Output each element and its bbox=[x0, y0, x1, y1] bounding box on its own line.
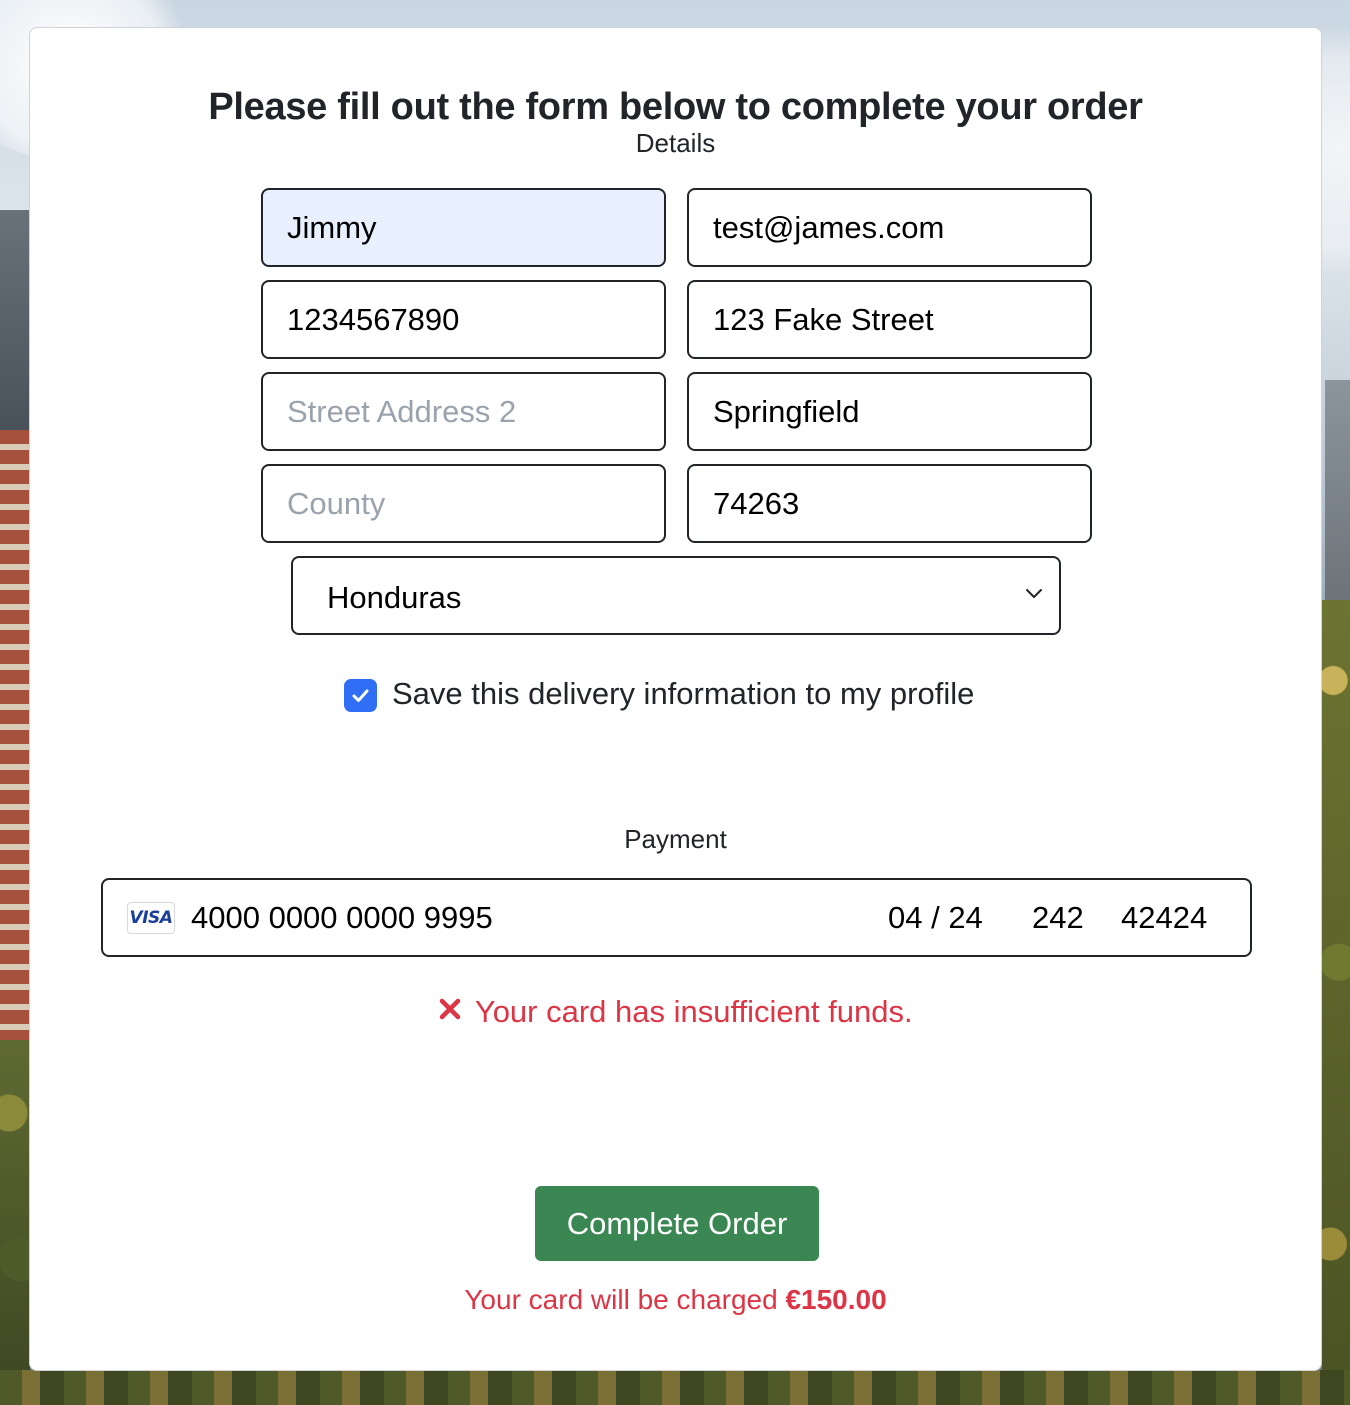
complete-order-button[interactable]: Complete Order bbox=[535, 1186, 819, 1261]
charge-notice: Your card will be charged €150.00 bbox=[30, 1284, 1321, 1316]
street-address-2-input[interactable] bbox=[261, 372, 666, 451]
card-error: Your card has insufficient funds. bbox=[30, 994, 1321, 1030]
card-expiry-field[interactable]: 04 / 24 bbox=[888, 900, 983, 936]
card-input[interactable]: VISA 4000 0000 0000 9995 04 / 24 242 424… bbox=[101, 878, 1252, 957]
country-select[interactable]: Honduras bbox=[291, 556, 1061, 635]
charge-notice-text: Your card will be charged bbox=[464, 1284, 786, 1315]
details-label: Details bbox=[635, 128, 716, 158]
county-input[interactable] bbox=[261, 464, 666, 543]
trees bbox=[0, 1040, 30, 1405]
phone-input[interactable] bbox=[261, 280, 666, 359]
checkout-form: Please fill out the form below to comple… bbox=[29, 27, 1322, 1371]
card-error-message: Your card has insufficient funds. bbox=[474, 994, 913, 1029]
error-x-icon bbox=[440, 998, 461, 1020]
card-zip-field[interactable]: 42424 bbox=[1121, 900, 1207, 936]
building bbox=[0, 210, 30, 1050]
page-title: Please fill out the form below to comple… bbox=[208, 86, 1143, 128]
save-info-label[interactable]: Save this delivery information to my pro… bbox=[392, 676, 974, 712]
country-select-value: Honduras bbox=[327, 580, 462, 615]
postcode-input[interactable] bbox=[687, 464, 1092, 543]
street-address-1-input[interactable] bbox=[687, 280, 1092, 359]
trees bbox=[1322, 600, 1350, 1405]
trees bbox=[0, 1370, 1350, 1405]
town-input[interactable] bbox=[687, 372, 1092, 451]
payment-label: Payment bbox=[624, 824, 727, 854]
statue bbox=[1325, 380, 1350, 600]
email-input[interactable] bbox=[687, 188, 1092, 267]
save-info-checkbox[interactable] bbox=[344, 679, 377, 712]
card-cvc-field[interactable]: 242 bbox=[1032, 900, 1084, 936]
charge-amount: €150.00 bbox=[785, 1284, 887, 1315]
card-number-field[interactable]: 4000 0000 0000 9995 bbox=[191, 900, 493, 936]
visa-card-icon: VISA bbox=[127, 902, 175, 934]
chevron-down-icon bbox=[1026, 589, 1042, 598]
full-name-input[interactable] bbox=[261, 188, 666, 267]
checkmark-icon bbox=[352, 689, 369, 702]
